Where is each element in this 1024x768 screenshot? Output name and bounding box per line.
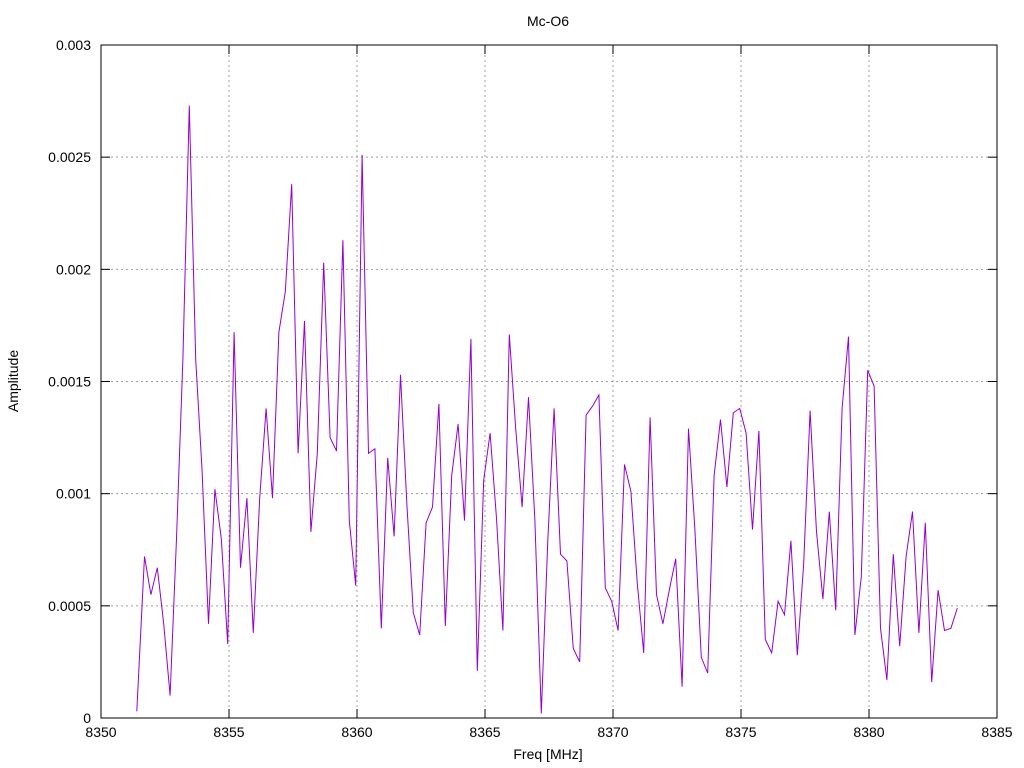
x-tick-label: 8360 (341, 724, 372, 740)
y-axis-label: Amplitude (5, 350, 21, 412)
x-tick-label: 8355 (213, 724, 244, 740)
x-axis-label: Freq [MHz] (513, 746, 582, 762)
x-tick-label: 8375 (725, 724, 756, 740)
x-tick-label: 8350 (85, 724, 116, 740)
chart-title: Mc-O6 (527, 13, 569, 29)
y-tick-label: 0 (83, 710, 91, 726)
y-tick-label: 0.0025 (48, 149, 91, 165)
y-tick-label: 0.0005 (48, 598, 91, 614)
x-tick-label: 8385 (981, 724, 1012, 740)
line-chart: 8350 8355 8360 8365 8370 8375 8380 8385 0 0.0005… (5, 13, 1013, 762)
y-tick-labels: 0 0.0005 0.001 0.0015 0.002 0.0025 0.003 (48, 37, 91, 726)
y-tick-label: 0.002 (56, 261, 91, 277)
x-tick-label: 8370 (597, 724, 628, 740)
y-tick-label: 0.001 (56, 486, 91, 502)
series-group (136, 105, 958, 714)
y-tick-label: 0.003 (56, 37, 91, 53)
x-tick-labels: 8350 8355 8360 8365 8370 8375 8380 8385 (85, 724, 1012, 740)
x-tick-label: 8380 (853, 724, 884, 740)
x-tick-label: 8365 (469, 724, 500, 740)
series-line (136, 105, 958, 714)
y-tick-label: 0.0015 (48, 374, 91, 390)
